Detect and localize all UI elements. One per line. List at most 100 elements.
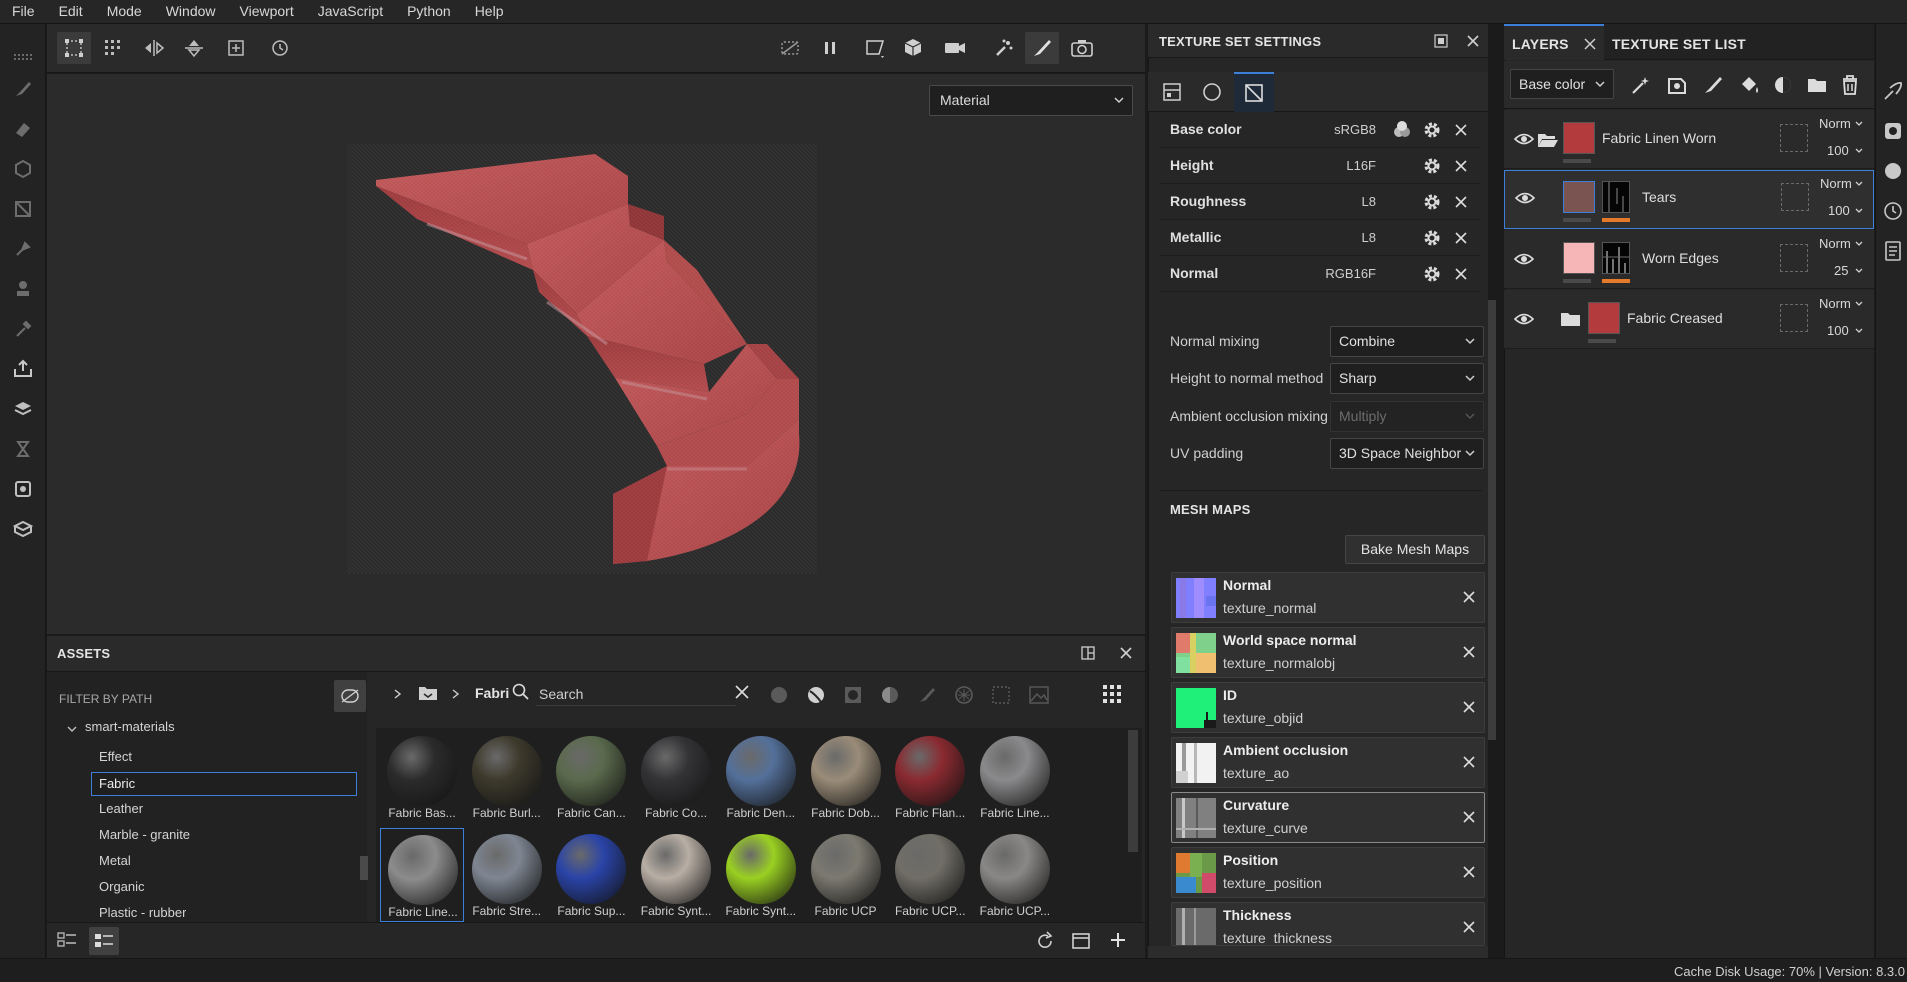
blend-mode[interactable]: Norm bbox=[1819, 116, 1851, 131]
pause-icon[interactable] bbox=[813, 32, 847, 64]
bake-icon[interactable] bbox=[10, 396, 36, 422]
close-icon[interactable] bbox=[1466, 34, 1480, 48]
asset-thumbnail[interactable]: Fabric UCP bbox=[804, 828, 888, 922]
channel-format[interactable]: sRGB8 bbox=[1334, 122, 1376, 137]
mask-slot[interactable] bbox=[1781, 183, 1809, 211]
3d-viewport[interactable] bbox=[47, 74, 1145, 634]
filter-mask-icon[interactable] bbox=[844, 686, 862, 704]
paint-brush-icon[interactable] bbox=[10, 76, 36, 102]
eye-icon[interactable] bbox=[1514, 132, 1534, 146]
polygon-fill-icon[interactable] bbox=[10, 196, 36, 222]
mask-slot[interactable] bbox=[1780, 304, 1808, 332]
tree-item-plastic-rubber[interactable]: Plastic - rubber bbox=[99, 900, 186, 920]
hide-filter-button[interactable] bbox=[334, 680, 366, 712]
close-icon[interactable] bbox=[1462, 920, 1476, 934]
asset-thumbnail[interactable]: Fabric UCP... bbox=[973, 828, 1057, 922]
tree-scrollbar[interactable] bbox=[360, 856, 368, 880]
particle-brush-icon[interactable] bbox=[987, 32, 1021, 64]
channel-row-height[interactable]: Height L16F bbox=[1160, 148, 1480, 184]
layer-tears[interactable]: Tears Norm 100 bbox=[1504, 170, 1874, 229]
blend-mode[interactable]: Norm bbox=[1819, 236, 1851, 251]
filter-material-icon[interactable] bbox=[770, 686, 788, 704]
mask-thumbnail[interactable] bbox=[1602, 242, 1630, 274]
cube-icon[interactable] bbox=[897, 32, 931, 64]
export-icon[interactable] bbox=[10, 356, 36, 382]
smudge-icon[interactable] bbox=[10, 236, 36, 262]
filter-brush-icon[interactable] bbox=[918, 686, 936, 704]
uv-padding-select[interactable]: 3D Space Neighbor bbox=[1330, 438, 1484, 469]
import-icon[interactable] bbox=[1071, 931, 1091, 951]
channel-row-metallic[interactable]: Metallic L8 bbox=[1160, 220, 1480, 256]
asset-thumbnail[interactable]: Fabric Burl... bbox=[465, 730, 549, 824]
settings-icon[interactable] bbox=[1882, 120, 1904, 142]
tree-item-fabric-selected[interactable]: Fabric bbox=[91, 772, 357, 796]
asset-thumbnail[interactable]: Fabric Den... bbox=[719, 730, 803, 824]
asset-thumbnail[interactable]: Fabric Stre... bbox=[465, 828, 549, 922]
asset-thumbnail[interactable]: Fabric Co... bbox=[634, 730, 718, 824]
mask-slot[interactable] bbox=[1780, 124, 1808, 152]
gear-icon[interactable] bbox=[1422, 264, 1442, 284]
menu-javascript[interactable]: JavaScript bbox=[306, 0, 395, 24]
asset-thumbnail[interactable]: Fabric Dob... bbox=[804, 730, 888, 824]
tss-hscrollbar[interactable] bbox=[1148, 946, 1488, 958]
channel-format[interactable]: L8 bbox=[1362, 194, 1376, 209]
filter-alpha-icon[interactable] bbox=[992, 686, 1010, 704]
brush-settings-icon[interactable] bbox=[1882, 80, 1904, 102]
opacity-value[interactable]: 100 bbox=[1827, 323, 1849, 338]
transform-icon[interactable] bbox=[57, 32, 91, 64]
asset-thumbnail[interactable]: Fabric Line... bbox=[973, 730, 1057, 824]
remove-channel-icon[interactable] bbox=[1454, 231, 1468, 245]
remove-channel-icon[interactable] bbox=[1454, 195, 1468, 209]
menu-viewport[interactable]: Viewport bbox=[228, 0, 306, 24]
history-icon[interactable] bbox=[1882, 200, 1904, 222]
add-paint-layer-icon[interactable] bbox=[1702, 74, 1724, 96]
asset-thumbnail[interactable]: Fabric Flan... bbox=[888, 730, 972, 824]
close-icon[interactable] bbox=[1462, 590, 1476, 604]
grid-view-icon[interactable] bbox=[1102, 684, 1122, 704]
log-icon[interactable] bbox=[1882, 240, 1904, 262]
magic-wand-icon[interactable] bbox=[1630, 74, 1652, 96]
layer-thumbnail[interactable] bbox=[1563, 181, 1595, 213]
tree-item-organic[interactable]: Organic bbox=[99, 874, 145, 900]
screenshot-icon[interactable] bbox=[1065, 32, 1099, 64]
shelf-icon[interactable] bbox=[10, 516, 36, 542]
drag-handle-icon[interactable] bbox=[10, 44, 36, 70]
search-input[interactable]: Search bbox=[536, 678, 736, 706]
grid-snap-icon[interactable] bbox=[97, 32, 131, 64]
refresh-icon[interactable] bbox=[1035, 931, 1055, 951]
channel-row-normal[interactable]: Normal RGB16F bbox=[1160, 256, 1480, 292]
menu-help[interactable]: Help bbox=[463, 0, 516, 24]
menu-file[interactable]: File bbox=[0, 0, 47, 24]
mesh-map-normal[interactable]: Normal texture_normal bbox=[1171, 572, 1485, 623]
mesh-map-ambient-occlusion[interactable]: Ambient occlusion texture_ao bbox=[1171, 737, 1485, 788]
eye-icon[interactable] bbox=[1514, 312, 1534, 326]
display-settings-icon[interactable] bbox=[10, 476, 36, 502]
fill-bucket-icon[interactable] bbox=[1738, 74, 1760, 96]
asset-thumbnail[interactable]: Fabric Synt... bbox=[719, 828, 803, 922]
mask-thumbnail[interactable] bbox=[1602, 181, 1630, 213]
channel-format[interactable]: L16F bbox=[1346, 158, 1376, 173]
color-picker-icon[interactable] bbox=[10, 316, 36, 342]
tree-item-marble-granite[interactable]: Marble - granite bbox=[99, 822, 190, 848]
dock-icon[interactable] bbox=[1081, 646, 1095, 660]
remove-channel-icon[interactable] bbox=[1454, 123, 1468, 137]
mirror-y-icon[interactable] bbox=[177, 32, 211, 64]
tss-scrollbar[interactable] bbox=[1488, 300, 1496, 740]
close-icon[interactable] bbox=[1584, 38, 1596, 50]
tab-mesh-maps[interactable] bbox=[1234, 72, 1274, 112]
tab-texture-set-list[interactable]: TEXTURE SET LIST bbox=[1612, 36, 1746, 52]
mesh-map-position[interactable]: Position texture_position bbox=[1171, 847, 1485, 898]
add-mask-icon[interactable] bbox=[1772, 74, 1794, 96]
blend-mode[interactable]: Norm bbox=[1820, 176, 1852, 191]
projection-icon[interactable] bbox=[10, 156, 36, 182]
gear-icon[interactable] bbox=[1422, 228, 1442, 248]
channel-row-roughness[interactable]: Roughness L8 bbox=[1160, 184, 1480, 220]
filter-generator-icon[interactable] bbox=[881, 686, 899, 704]
close-icon[interactable] bbox=[1462, 755, 1476, 769]
add-folder-icon[interactable] bbox=[1806, 74, 1828, 96]
menu-mode[interactable]: Mode bbox=[95, 0, 154, 24]
clone-stamp-icon[interactable] bbox=[10, 276, 36, 302]
close-icon[interactable] bbox=[1462, 645, 1476, 659]
delete-layer-icon[interactable] bbox=[1840, 74, 1860, 96]
tab-shader[interactable] bbox=[1194, 74, 1230, 110]
